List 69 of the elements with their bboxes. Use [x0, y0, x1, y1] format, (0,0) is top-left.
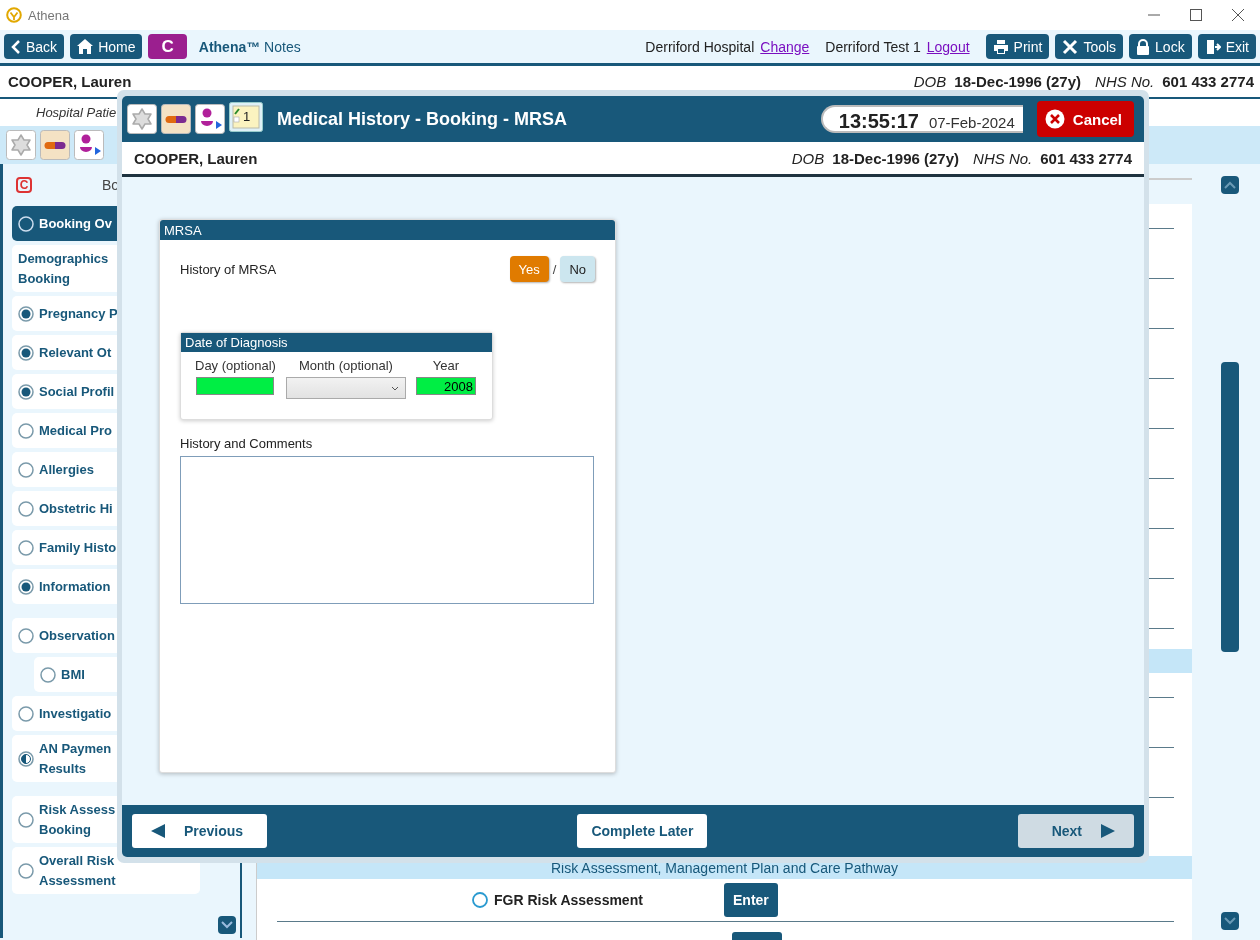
window-title: Athena: [28, 7, 70, 23]
exit-icon: [1204, 38, 1221, 55]
dialog-title: Medical History - Booking - MRSA: [277, 108, 568, 130]
close-circle-icon: [1044, 109, 1065, 129]
pill-icon[interactable]: [40, 130, 70, 160]
previous-button[interactable]: Previous: [132, 814, 268, 848]
input-field[interactable]: 2008: [415, 377, 476, 395]
row-label: FGR Risk Assessment: [494, 891, 644, 909]
radio-icon[interactable]: [472, 892, 488, 908]
chevron-down-icon: [1224, 917, 1236, 925]
maximize-icon[interactable]: [1190, 9, 1202, 21]
tools-button[interactable]: Tools: [1055, 34, 1124, 59]
chevron-down-icon: [221, 921, 233, 929]
notepad-icon[interactable]: [229, 102, 263, 132]
change-link[interactable]: Change: [760, 38, 810, 55]
pill-icon[interactable]: [161, 104, 191, 134]
home-button[interactable]: Home: [70, 34, 143, 59]
scroll-up-button[interactable]: [1221, 176, 1239, 194]
lock-icon: [1136, 38, 1151, 55]
input-field[interactable]: [196, 377, 275, 395]
user-name: Derriford Test 1: [825, 38, 921, 55]
patient-name: COOPER, Lauren: [8, 73, 132, 90]
separator: /: [552, 261, 557, 277]
comments-field[interactable]: [180, 456, 594, 604]
triangle-left-icon: [150, 823, 166, 839]
dob-label: DOB: [913, 73, 947, 90]
logo-icon: [6, 7, 22, 23]
case-badge: C: [16, 177, 32, 193]
field-label: Year: [432, 358, 460, 373]
close-icon[interactable]: [1232, 9, 1244, 21]
case-button[interactable]: C: [148, 34, 187, 59]
month-dropdown[interactable]: [285, 377, 406, 399]
enter-button[interactable]: Enter: [724, 883, 778, 917]
hospital-patient-label: Hospital Patie: [36, 105, 117, 120]
chevron-left-icon: [11, 39, 21, 54]
clock-date: 07-Feb-2024: [928, 113, 1015, 133]
cancel-button[interactable]: Cancel: [1036, 101, 1134, 137]
field-label: Month (optional): [298, 358, 393, 373]
scrollbar-thumb[interactable]: [1221, 362, 1239, 652]
home-icon: [77, 39, 94, 54]
dob-label: DOB: [791, 149, 825, 167]
notepad-count: 1: [243, 109, 251, 124]
scroll-down-button[interactable]: [218, 916, 236, 934]
option-button[interactable]: No: [560, 256, 595, 282]
patient-name: COOPER, Lauren: [134, 149, 258, 167]
nhs-label: NHS No.: [973, 149, 1033, 167]
clock-time: 13:55:17: [838, 109, 919, 134]
exit-button[interactable]: Exit: [1197, 34, 1256, 59]
print-button[interactable]: Print: [985, 34, 1050, 59]
app-name: Athena™ Notes: [198, 38, 301, 55]
card-title: MRSA: [160, 220, 615, 240]
logout-link[interactable]: Logout: [926, 38, 970, 55]
hospital-name: Derriford Hospital: [645, 38, 755, 55]
person-icon[interactable]: [74, 130, 104, 160]
lock-button[interactable]: Lock: [1129, 34, 1192, 59]
dob-value: 18-Dec-1996 (27y): [832, 149, 960, 167]
nhs-label: NHS No.: [1095, 73, 1155, 90]
person-icon[interactable]: [195, 104, 225, 134]
back-button[interactable]: Back: [4, 34, 65, 59]
caret-icon: [390, 385, 399, 391]
printer-icon: [992, 38, 1009, 55]
chevron-up-icon: [1224, 181, 1236, 189]
scroll-down-button[interactable]: [1221, 912, 1239, 930]
nhs-number: 601 433 2774: [1040, 149, 1132, 167]
nhs-number: 601 433 2774: [1162, 73, 1254, 90]
complete-later-button[interactable]: Complete Later: [577, 814, 708, 848]
dob-value: 18-Dec-1996 (27y): [954, 73, 1082, 90]
triangle-right-icon: [1100, 823, 1116, 839]
group-title: Date of Diagnosis: [181, 333, 492, 352]
